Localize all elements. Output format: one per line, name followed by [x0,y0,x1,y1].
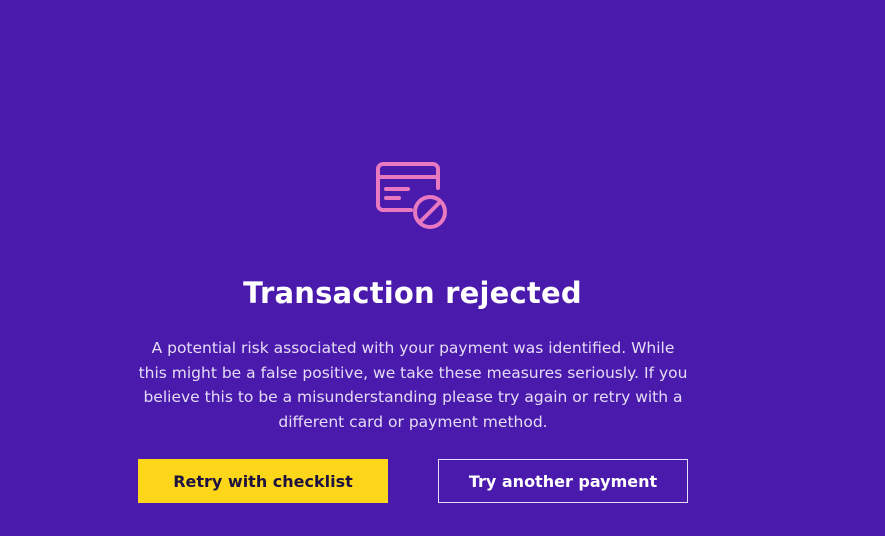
card-declined-icon [375,160,449,234]
page-title: Transaction rejected [243,276,582,310]
rejection-panel: Transaction rejected A potential risk as… [0,0,825,536]
try-another-payment-button[interactable]: Try another payment [438,459,688,503]
rejection-message: A potential risk associated with your pa… [138,339,688,431]
retry-with-checklist-button[interactable]: Retry with checklist [138,459,388,503]
